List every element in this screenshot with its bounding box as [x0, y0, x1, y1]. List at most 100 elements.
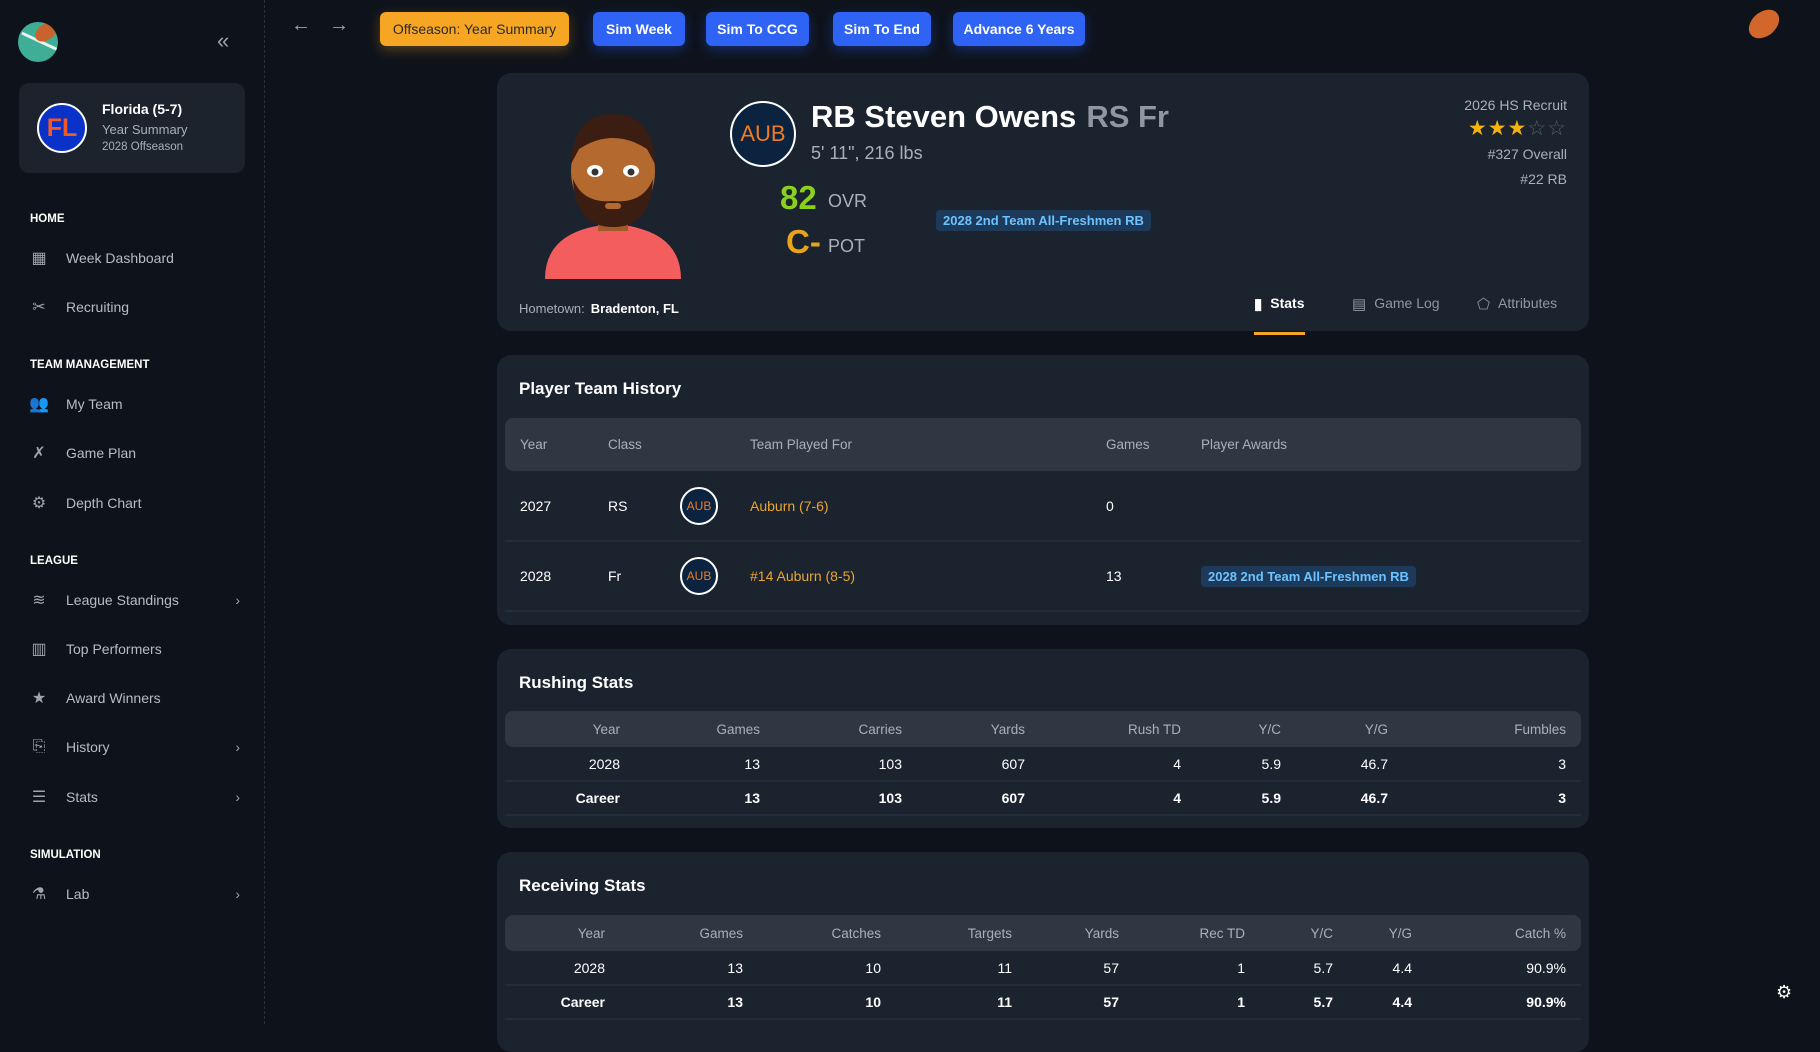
col-header: Catches — [831, 925, 881, 941]
team-card[interactable]: FL Florida (5-7) Year Summary 2028 Offse… — [19, 83, 245, 173]
database-icon: ☰ — [31, 789, 47, 806]
team-link[interactable]: Auburn (7-6) — [735, 471, 1091, 541]
sidebar-item-stats[interactable]: ☰ Stats › — [30, 781, 240, 813]
trophy-star-icon: ★ — [31, 690, 47, 707]
col-header: Y/C — [1310, 925, 1333, 941]
team-logo[interactable]: AUB — [680, 557, 718, 595]
col-header: Y/G — [1364, 721, 1388, 737]
table-cell: 2028 — [573, 959, 605, 976]
col-header: Games — [699, 925, 743, 941]
back-arrow-icon[interactable]: ← — [291, 14, 311, 37]
player-name: RB Steven Owens RS Fr — [811, 99, 1169, 134]
table-row: Career 13 10 11 57 1 5.7 4.4 90.9% — [505, 985, 1581, 1019]
sidebar-item-award-winners[interactable]: ★ Award Winners — [30, 682, 240, 714]
sidebar-item-game-plan[interactable]: ✗ Game Plan — [30, 437, 240, 469]
table-cell: 4 — [1173, 755, 1181, 772]
table-cell: 5.7 — [1313, 994, 1333, 1010]
app-logo[interactable] — [18, 22, 58, 62]
table-cell: 13 — [744, 790, 760, 806]
receiving-stats-table: Year Games Catches Targets Yards Rec TD Y/C Y/G… — [505, 915, 1581, 1020]
advance-years-button[interactable]: Advance 6 Years — [953, 12, 1085, 46]
table-cell: 46.7 — [1360, 790, 1388, 806]
award-badge: 2028 2nd Team All-Freshmen RB — [936, 210, 1151, 231]
sidebar-item-top-performers[interactable]: ▥ Top Performers — [30, 633, 240, 665]
col-header: Y/C — [1258, 721, 1281, 737]
table-cell: 10 — [865, 959, 881, 976]
sidebar-item-my-team[interactable]: 👥 My Team — [29, 388, 240, 420]
table-cell: 10 — [865, 994, 881, 1010]
tab-game-log[interactable]: ▤ Game Log — [1352, 295, 1440, 335]
rushing-stats-title: Rushing Stats — [519, 673, 634, 692]
tab-stats[interactable]: ▮ Stats — [1254, 295, 1305, 335]
section-simulation: SIMULATION — [30, 849, 101, 861]
table-cell: 5.7 — [1313, 959, 1333, 976]
sim-to-ccg-button[interactable]: Sim To CCG — [706, 12, 809, 46]
table-cell: 11 — [997, 959, 1012, 976]
table-cell: 5.9 — [1261, 790, 1281, 806]
table-cell: 103 — [878, 755, 902, 772]
col-header: Year — [592, 721, 620, 737]
table-cell: 3 — [1558, 790, 1566, 806]
sidebar-item-league-standings[interactable]: ≋ League Standings › — [30, 584, 240, 616]
player-card: Hometown: Bradenton, FL AUB RB Steven Owe… — [497, 73, 1589, 335]
potential-grade: C- — [786, 223, 821, 260]
col-header: Games — [716, 721, 760, 737]
sim-week-button[interactable]: Sim Week — [593, 12, 685, 46]
player-avatar — [545, 114, 681, 279]
table-cell: 90.9% — [1526, 994, 1566, 1010]
overall-rank: #327 Overall — [1487, 146, 1567, 162]
rushing-stats-table: Year Games Carries Yards Rush TD Y/C Y/G Fumble… — [505, 711, 1581, 816]
sim-to-end-button[interactable]: Sim To End — [833, 12, 931, 46]
section-home: HOME — [30, 213, 65, 225]
sidebar-item-recruiting[interactable]: ✂ Recruiting — [30, 291, 240, 323]
team-subtitle: Year Summary — [102, 122, 188, 137]
podium-icon: ▥ — [31, 641, 47, 658]
tab-attributes[interactable]: ⬠ Attributes — [1477, 295, 1557, 335]
sidebar: « FL Florida (5-7) Year Summary 2028 Off… — [0, 0, 265, 1024]
team-logo: FL — [37, 103, 87, 153]
table-cell: 1 — [1237, 959, 1245, 976]
table-cell: 11 — [997, 994, 1012, 1010]
table-cell: Career — [560, 994, 605, 1010]
sidebar-item-history[interactable]: ⎘ History › — [30, 731, 240, 763]
sidebar-item-week-dashboard[interactable]: ▦ Week Dashboard — [30, 242, 240, 274]
table-row: 2027 RS AUB Auburn (7-6) 0 — [505, 471, 1581, 541]
table-cell: 57 — [1103, 994, 1119, 1010]
settings-gear-icon[interactable]: ⚙ — [1776, 982, 1792, 1003]
team-logo[interactable]: AUB — [680, 486, 718, 525]
rushing-stats-card: Rushing Stats Year Games Carries Yards Rush … — [497, 649, 1589, 828]
col-awards: Player Awards — [1201, 437, 1288, 452]
table-cell: 103 — [878, 790, 902, 806]
forward-arrow-icon[interactable]: → — [329, 14, 349, 37]
sidebar-item-lab[interactable]: ⚗ Lab › — [30, 878, 240, 910]
col-team: Team Played For — [750, 437, 853, 452]
table-cell: 13 — [727, 959, 743, 976]
star-icon: ☆ — [1547, 117, 1567, 140]
chevron-right-icon: › — [235, 739, 240, 755]
offseason-year-summary-button[interactable]: Offseason: Year Summary — [380, 12, 569, 46]
flask-icon: ⚗ — [31, 886, 47, 903]
table-row: Career 13 103 607 4 5.9 46.7 3 — [505, 781, 1581, 815]
star-icon: ★ — [1507, 117, 1528, 140]
collapse-sidebar-icon[interactable]: « — [217, 28, 229, 54]
table-cell: 4.4 — [1392, 959, 1412, 976]
history-icon: ⎘ — [32, 738, 46, 755]
col-header: Yards — [990, 721, 1025, 737]
potential-label: POT — [828, 236, 866, 256]
overall-rating: 82 — [780, 179, 817, 216]
document-icon: ▤ — [1352, 296, 1367, 313]
team-link[interactable]: #14 Auburn (8-5) — [735, 541, 1091, 611]
star-icon: ★ — [1487, 117, 1508, 140]
sidebar-item-depth-chart[interactable]: ⚙ Depth Chart — [30, 487, 240, 519]
col-header: Carries — [858, 721, 902, 737]
table-cell: 607 — [1001, 755, 1025, 772]
col-header: Catch % — [1514, 925, 1566, 941]
col-header: Rush TD — [1127, 721, 1181, 737]
team-season: 2028 Offseason — [102, 141, 183, 153]
table-row: 2028 Fr AUB #14 Auburn (8-5) 13 2028 2nd… — [505, 541, 1581, 611]
player-class: RS Fr — [1086, 99, 1169, 134]
table-cell: 57 — [1103, 959, 1119, 976]
team-logo[interactable]: AUB — [730, 101, 796, 167]
table-row: 2028 13 10 11 57 1 5.7 4.4 90.9% — [505, 951, 1581, 985]
table-cell: 13 — [744, 755, 760, 772]
